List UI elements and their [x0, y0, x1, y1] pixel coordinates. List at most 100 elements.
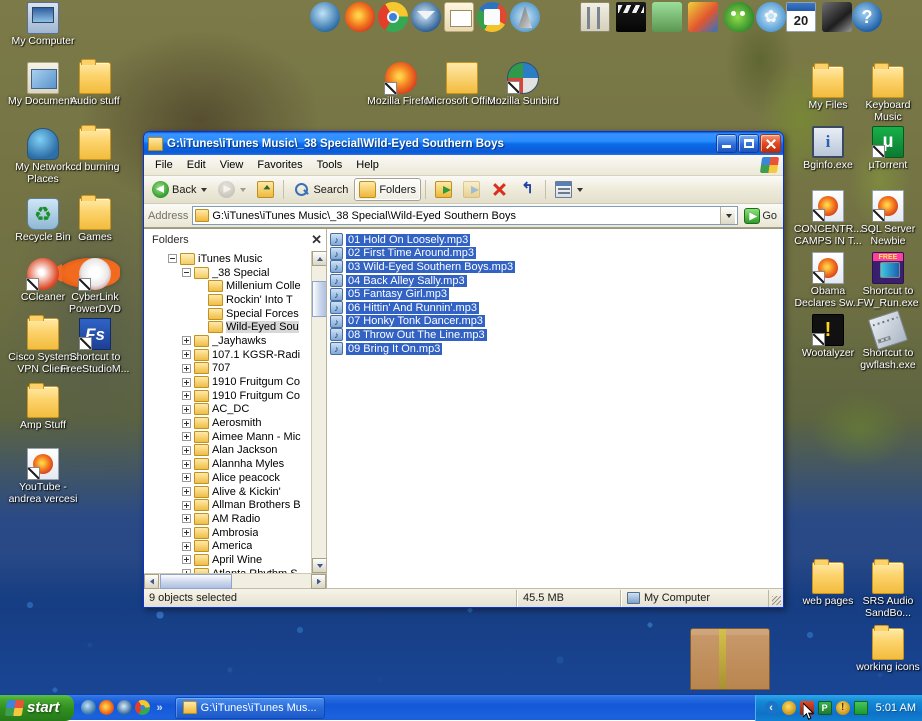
desktop-icon-shortcut-to-gwflash-exe[interactable]: Shortcut to gwflash.exe	[851, 309, 922, 371]
expand-icon[interactable]	[182, 404, 191, 414]
tree-item[interactable]: AM Radio	[144, 512, 311, 526]
file-list-item[interactable]: 03 Wild-Eyed Southern Boys.mp3	[330, 260, 516, 274]
expand-icon[interactable]	[182, 514, 191, 524]
tree-item[interactable]: Special Forces	[144, 307, 311, 321]
desktop-icon-my-computer[interactable]: My Computer	[6, 2, 80, 48]
expand-icon[interactable]	[182, 432, 191, 442]
menu-help[interactable]: Help	[349, 157, 386, 173]
chevron-down-icon[interactable]	[577, 187, 584, 192]
close-button[interactable]	[760, 134, 781, 153]
settings-gear-launcher[interactable]	[756, 2, 786, 32]
tree-horizontal-scrollbar[interactable]	[144, 573, 326, 589]
expand-icon[interactable]	[182, 350, 191, 360]
file-list-item[interactable]: 08 Throw Out The Line.mp3	[330, 328, 487, 342]
outlook-launcher[interactable]	[444, 2, 474, 32]
menu-view[interactable]: View	[213, 157, 251, 173]
expand-icon[interactable]	[182, 528, 191, 538]
calendar-wheel-launcher[interactable]	[477, 2, 507, 32]
tree-item[interactable]: April Wine	[144, 553, 311, 567]
desktop-icon-audio-stuff[interactable]: Audio stuff	[58, 59, 132, 108]
tray-power-icon[interactable]: P	[817, 700, 832, 715]
tree-item[interactable]: Aimee Mann - Mic	[144, 430, 311, 444]
firefox-icon[interactable]	[98, 700, 114, 715]
scroll-left-button[interactable]	[144, 573, 159, 589]
delete-button[interactable]	[486, 178, 513, 201]
tree-item[interactable]: _Jayhawks	[144, 334, 311, 348]
help-launcher[interactable]	[852, 2, 882, 32]
expand-icon[interactable]	[182, 459, 191, 469]
file-list-item[interactable]: 01 Hold On Loosely.mp3	[330, 233, 471, 247]
start-button[interactable]: start	[0, 694, 74, 721]
tray-network-icon[interactable]	[799, 700, 814, 715]
address-input[interactable]: G:\iTunes\iTunes Music\_38 Special\Wild-…	[192, 206, 739, 225]
address-dropdown-button[interactable]	[720, 207, 736, 224]
expand-icon[interactable]	[182, 418, 191, 428]
expand-icon[interactable]	[182, 377, 191, 387]
task-button-explorer[interactable]: G:\iTunes\iTunes Mus...	[174, 696, 325, 719]
go-button[interactable]: Go	[742, 207, 779, 224]
desktop-icon-cyberlink-powerdvd[interactable]: CyberLink PowerDVD	[58, 258, 132, 315]
tray-monitor-icon[interactable]	[853, 700, 868, 715]
tree-item[interactable]: Alice peacock	[144, 471, 311, 485]
desktop-icon-mozilla-sunbird[interactable]: Mozilla Sunbird	[486, 62, 560, 108]
firefox-launcher[interactable]	[345, 2, 375, 32]
tree-item[interactable]: Ambrosia	[144, 526, 311, 540]
tree-item[interactable]: Allman Brothers B	[144, 498, 311, 512]
date-calendar-launcher[interactable]: 20	[786, 2, 816, 32]
paint-launcher[interactable]	[688, 2, 718, 32]
copy-to-button[interactable]	[458, 178, 485, 201]
tree-item[interactable]: 707	[144, 362, 311, 376]
expand-icon[interactable]	[182, 473, 191, 483]
collapse-icon[interactable]	[182, 268, 191, 278]
mixer-launcher[interactable]	[580, 2, 610, 32]
desktop-icon-keyboard-music[interactable]: Keyboard Music	[851, 63, 922, 123]
expand-icon[interactable]	[182, 500, 191, 510]
menu-file[interactable]: File	[148, 157, 180, 173]
green-lights-launcher[interactable]	[652, 2, 682, 32]
expand-icon[interactable]	[182, 555, 191, 565]
chevron-down-icon[interactable]	[201, 187, 208, 192]
menu-favorites[interactable]: Favorites	[250, 157, 309, 173]
views-button[interactable]	[550, 178, 588, 201]
file-list-item[interactable]: 09 Bring It On.mp3	[330, 342, 443, 356]
forward-button[interactable]	[213, 178, 251, 201]
taskbar-clock[interactable]: 5:01 AM	[872, 702, 916, 714]
tree-item[interactable]: 107.1 KGSR-Radi	[144, 348, 311, 362]
tray-expand-icon[interactable]: ‹	[764, 701, 778, 714]
expand-icon[interactable]	[182, 541, 191, 551]
tree-vertical-scrollbar[interactable]	[311, 251, 326, 573]
collapse-icon[interactable]	[168, 254, 177, 264]
tree-item[interactable]: Millenium Colle	[144, 279, 311, 293]
scrollbar-thumb[interactable]	[160, 573, 232, 589]
expand-icon[interactable]	[182, 391, 191, 401]
desktop-icon-youtube-andrea-vercesi[interactable]: YouTube - andrea vercesi	[6, 448, 80, 505]
file-list-item[interactable]: 06 Hittin' And Runnin'.mp3	[330, 301, 479, 315]
outlook-icon[interactable]	[116, 700, 132, 715]
photoshop-launcher[interactable]	[510, 2, 540, 32]
desktop-icon-torrent[interactable]: µTorrent	[851, 126, 922, 172]
minimize-button[interactable]	[716, 134, 737, 153]
tray-shield-icon[interactable]	[781, 700, 796, 715]
up-button[interactable]	[252, 178, 279, 201]
folders-button[interactable]: Folders	[354, 178, 422, 201]
desktop-icon-games[interactable]: Games	[58, 195, 132, 244]
tree-item[interactable]: iTunes Music	[144, 252, 311, 266]
desktop-icon-srs-audio-sandbo[interactable]: SRS Audio SandBo...	[851, 559, 922, 619]
search-button[interactable]: Search	[288, 178, 353, 201]
scroll-right-button[interactable]	[311, 573, 326, 589]
undo-button[interactable]: ↰	[514, 178, 541, 201]
tree-item[interactable]: Alive & Kickin'	[144, 485, 311, 499]
file-list-item[interactable]: 05 Fantasy Girl.mp3	[330, 287, 450, 301]
desktop-icon-amp-stuff[interactable]: Amp Stuff	[6, 383, 80, 432]
resize-grip[interactable]	[769, 590, 783, 607]
expand-icon[interactable]	[182, 336, 191, 346]
back-button[interactable]: Back	[147, 178, 212, 201]
tree-item[interactable]: Alannha Myles	[144, 457, 311, 471]
file-list-item[interactable]: 02 First Time Around.mp3	[330, 246, 476, 261]
tree-item[interactable]: AC_DC	[144, 403, 311, 417]
tray-warning-icon[interactable]: !	[835, 700, 850, 715]
tree-item[interactable]: Aerosmith	[144, 416, 311, 430]
internet-explorer-icon[interactable]	[80, 700, 96, 715]
rock-launcher[interactable]	[822, 2, 852, 32]
close-icon[interactable]: ✕	[311, 233, 322, 246]
